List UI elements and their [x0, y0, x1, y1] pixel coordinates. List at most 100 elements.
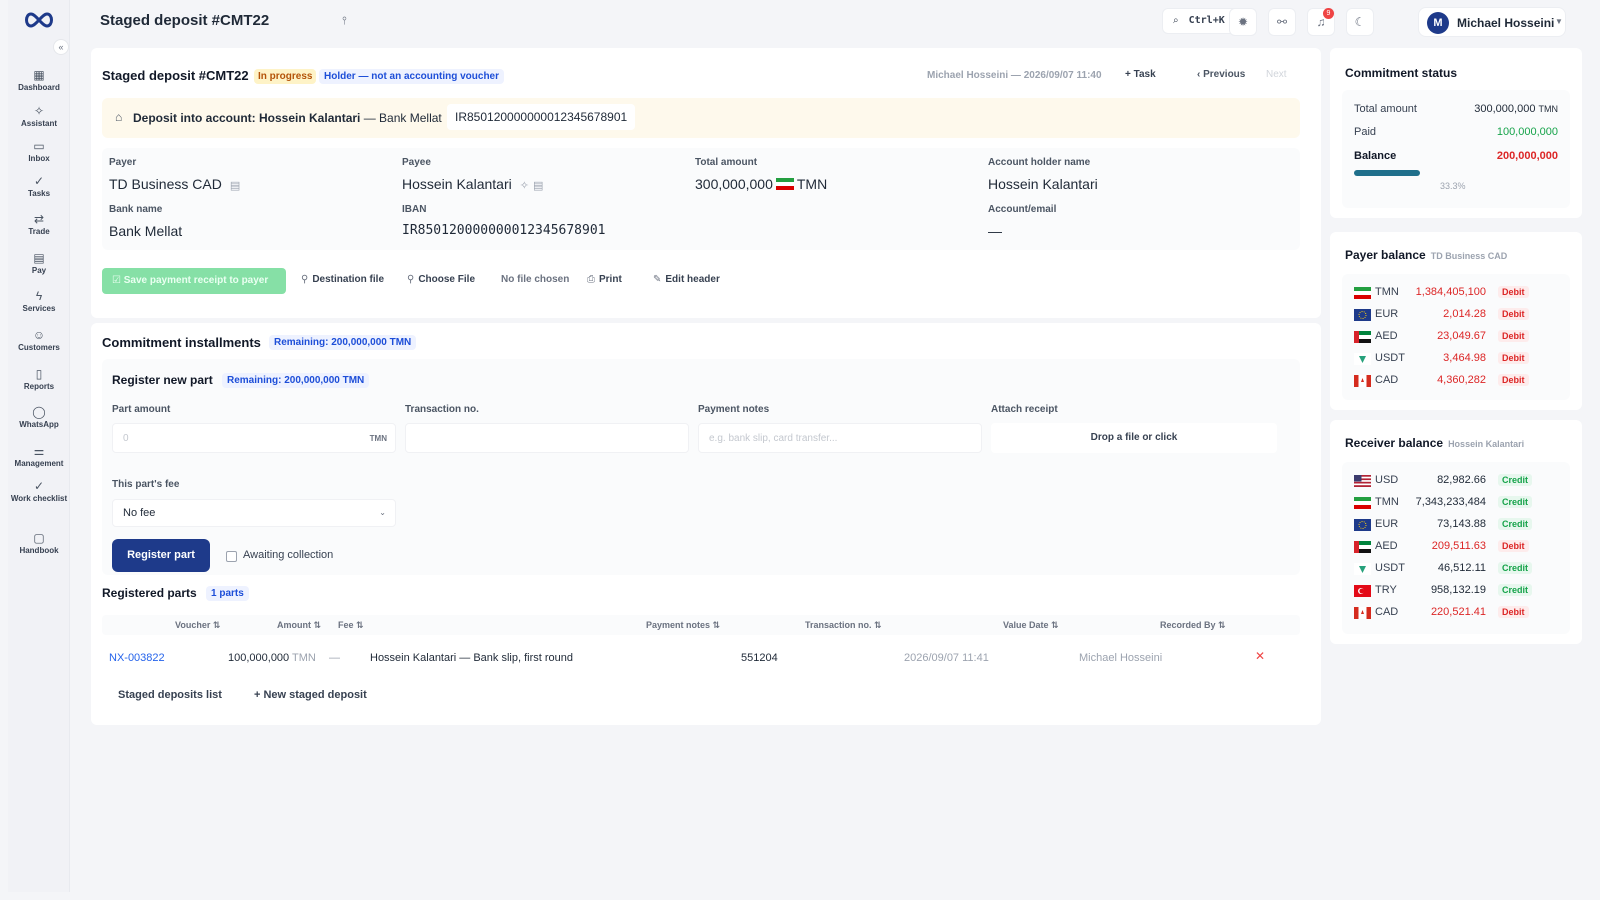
row-fee: —	[329, 652, 340, 664]
balance-type-badge: Credit	[1498, 518, 1533, 530]
delete-row-icon[interactable]: ✕	[1255, 649, 1265, 663]
balance-type-badge: Credit	[1498, 474, 1533, 486]
save-receipt-button[interactable]: ☑ Save payment receipt to payer	[102, 268, 286, 294]
balance-amount: 2,014.28	[1443, 308, 1486, 320]
bank-name-label: Bank name	[109, 204, 163, 215]
col-value-date[interactable]: Value Date ⇅	[1003, 620, 1059, 631]
printer-icon: ⎙	[587, 274, 595, 285]
sidebar-item-label: Handbook	[19, 546, 59, 555]
balance-amount: 220,521.41	[1430, 606, 1486, 618]
top-bar: Staged deposit #CMT22 ⫯ ⌕ Ctrl+K ✹ ⚯ ♫ 9 …	[70, 0, 1600, 44]
account-email-value: —	[988, 223, 1002, 239]
sidebar-item-reports[interactable]: ▯ Reports	[8, 367, 70, 391]
user-menu[interactable]: M Michael Hosseini ▼	[1418, 7, 1566, 37]
sidebar-item-dashboard[interactable]: ▦ Dashboard	[8, 68, 70, 92]
new-staged-deposit-link[interactable]: + New staged deposit	[254, 689, 367, 701]
col-payment-notes[interactable]: Payment notes ⇅	[646, 620, 720, 631]
holder-value: Hossein Kalantari	[988, 176, 1098, 192]
receiver-balance-subtitle: Hossein Kalantari	[1448, 439, 1525, 449]
balance-currency: USDT	[1375, 352, 1405, 364]
staged-deposits-list-link[interactable]: Staged deposits list	[118, 689, 222, 701]
paid-label: Paid	[1354, 126, 1377, 138]
destination-file-label: Destination file	[312, 274, 385, 285]
transaction-no-input[interactable]	[405, 423, 689, 453]
choose-file-button[interactable]: ⚲ Choose File	[407, 274, 475, 285]
register-part-button[interactable]: Register part	[112, 539, 210, 572]
eu-flag-icon	[1354, 309, 1371, 321]
progress-bar	[1354, 170, 1420, 176]
awaiting-collection-checkbox[interactable]	[226, 551, 237, 562]
balance-row: TMN 7,343,233,484 Credit	[1354, 494, 1564, 512]
notification-count-badge: 9	[1323, 8, 1334, 19]
whatsapp-icon: ◯	[32, 405, 46, 419]
deposit-details: Payer TD Business CAD ▤ Payee Hossein Kal…	[102, 148, 1300, 250]
sidebar-item-whatsapp[interactable]: ◯ WhatsApp	[8, 405, 70, 429]
payment-notes-placeholder: e.g. bank slip, card transfer...	[709, 433, 838, 444]
status-total-currency: TMN	[1538, 104, 1559, 114]
col-fee[interactable]: Fee ⇅	[338, 620, 364, 631]
account-email-label: Account/email	[988, 204, 1057, 215]
total-amount-value: 300,000,000 TMN	[695, 176, 827, 192]
col-amount[interactable]: Amount ⇅	[277, 620, 321, 631]
sidebar-item-handbook[interactable]: ▢ Handbook	[8, 531, 70, 555]
ae-flag-icon	[1354, 331, 1371, 343]
sidebar-item-inbox[interactable]: ▭ Inbox	[8, 139, 70, 163]
sidebar-item-tasks[interactable]: ✓ Tasks	[8, 174, 70, 198]
next-button[interactable]: Next	[1266, 69, 1287, 80]
sidebar-item-pay[interactable]: ▤ Pay	[8, 251, 70, 275]
services-icon: ϟ	[35, 289, 43, 303]
copy-icon[interactable]: ▤	[533, 180, 543, 192]
balance-type-badge: Credit	[1498, 584, 1533, 596]
add-task-button[interactable]: + Task	[1125, 69, 1156, 80]
receiver-balance-heading: Receiver balance Hossein Kalantari	[1345, 436, 1524, 450]
save-receipt-label: Save payment receipt to payer	[123, 275, 269, 286]
previous-button[interactable]: ‹ Previous	[1197, 69, 1245, 80]
installments-title: Commitment installments	[102, 335, 261, 350]
sparkle-icon[interactable]: ✧	[520, 180, 529, 192]
col-voucher[interactable]: Voucher ⇅	[175, 620, 220, 631]
settings-button[interactable]: ✹	[1229, 8, 1257, 36]
col-recorded-by[interactable]: Recorded By ⇅	[1160, 620, 1226, 631]
pin-icon[interactable]: ⫯	[342, 15, 347, 28]
register-part-title: Register new part	[112, 373, 213, 387]
print-button[interactable]: ⎙ Print	[587, 274, 622, 285]
trade-icon: ⇄	[33, 212, 45, 226]
sidebar-item-trade[interactable]: ⇄ Trade	[8, 212, 70, 236]
collapse-sidebar-button[interactable]: «	[53, 39, 69, 55]
author-timestamp: Michael Hosseini — 2026/09/07 11:40	[927, 70, 1102, 81]
sidebar-item-services[interactable]: ϟ Services	[8, 289, 70, 313]
balance-type-badge: Debit	[1498, 540, 1529, 552]
tr-flag-icon	[1354, 585, 1371, 597]
destination-file-button[interactable]: ⚲ Destination file	[301, 274, 384, 285]
balance-type-badge: Debit	[1498, 330, 1529, 342]
awaiting-collection-label[interactable]: Awaiting collection	[243, 549, 333, 561]
voucher-link[interactable]: NX-003822	[109, 652, 165, 664]
pay-icon: ▤	[33, 251, 45, 265]
receipt-drop-zone[interactable]: Drop a file or click	[991, 423, 1277, 453]
link-icon: ⚯	[1276, 15, 1288, 29]
payment-notes-input[interactable]: e.g. bank slip, card transfer...	[698, 423, 982, 453]
col-transaction-no[interactable]: Transaction no. ⇅	[805, 620, 882, 631]
sidebar-item-label: Dashboard	[18, 83, 60, 92]
balance-type-badge: Debit	[1498, 286, 1529, 298]
ca-flag-icon	[1354, 607, 1371, 619]
link-button[interactable]: ⚯	[1268, 8, 1296, 36]
theme-toggle-button[interactable]: ☾	[1346, 8, 1374, 36]
part-amount-input[interactable]: 0 TMN	[112, 423, 396, 453]
copy-icon[interactable]: ▤	[230, 180, 240, 192]
logo-icon[interactable]	[22, 10, 56, 30]
tasks-icon: ✓	[33, 174, 45, 188]
fee-select[interactable]: No fee ⌄	[112, 499, 396, 527]
sidebar-item-customers[interactable]: ☺ Customers	[8, 328, 70, 352]
payer-balance-title: Payer balance	[1345, 248, 1426, 262]
sidebar-item-management[interactable]: ⚌ Management	[8, 444, 70, 468]
notifications-button[interactable]: ♫ 9	[1307, 8, 1335, 36]
part-amount-placeholder: 0	[123, 433, 129, 444]
edit-header-button[interactable]: ✎ Edit header	[653, 274, 720, 285]
fee-label: This part's fee	[112, 479, 180, 490]
sidebar-item-work-checklist[interactable]: ✓ Work checklist	[8, 479, 70, 503]
balance-currency: TRY	[1375, 584, 1397, 596]
balance-amount: 7,343,233,484	[1415, 496, 1486, 508]
ir-flag-icon	[1354, 287, 1371, 299]
sidebar-item-assistant[interactable]: ✧ Assistant	[8, 104, 70, 128]
